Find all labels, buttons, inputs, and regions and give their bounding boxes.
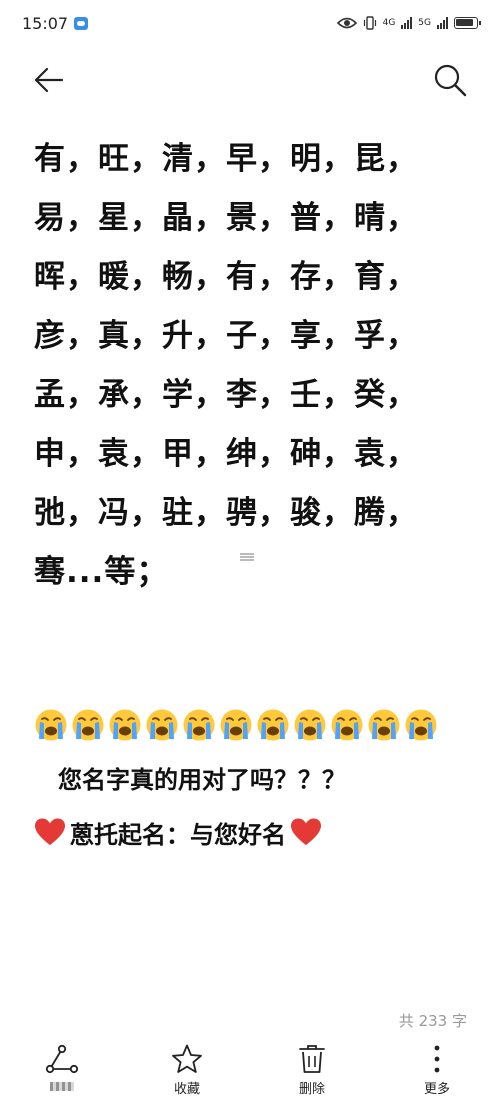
note-body[interactable]: 有，旺，清，早，明，昆， 易，星，晶，景，普，晴， 晖，暖，畅，有，存，育， 彦… [34, 130, 474, 602]
crying-face-icon [219, 708, 253, 742]
crying-face-icon [404, 708, 438, 742]
status-bar: 15:07 4G 5G [0, 0, 500, 46]
crying-face-icon [293, 708, 327, 742]
heart-icon [35, 818, 65, 845]
crying-face-icon [367, 708, 401, 742]
question-text: 您名字真的用对了吗？？？ [58, 766, 346, 794]
delete-button[interactable]: 删除 [272, 1040, 352, 1103]
note-line: 弛，冯，驻，骋，骏，腾， [34, 495, 418, 531]
signal-5g-icon [437, 17, 448, 29]
crying-face-icon [108, 708, 142, 742]
brand-line: 蒽托起名：与您好名 [34, 812, 322, 852]
signal-4g-icon [401, 17, 413, 29]
word-count: 共 233 字 [398, 1012, 467, 1030]
note-line: 有，旺，清，早，明，昆， [34, 141, 418, 177]
heart-icon [291, 818, 321, 845]
bottom-toolbar: 收藏 删除 更多 [0, 1040, 500, 1103]
status-left: 15:07 [22, 13, 89, 33]
note-line: 易，星，晶，景，普，晴， [34, 200, 418, 236]
share-button[interactable] [22, 1040, 102, 1103]
note-line: 申，袁，甲，绅，砷，袁， [34, 436, 418, 472]
more-label: 更多 [423, 1082, 450, 1097]
favorite-button[interactable]: 收藏 [147, 1040, 227, 1103]
crying-face-icon [330, 708, 364, 742]
crying-face-icon [71, 708, 105, 742]
note-line: 孟，承，学，李，壬，癸， [34, 377, 418, 413]
back-button[interactable] [28, 60, 68, 100]
note-line: 骞...等； [34, 554, 169, 590]
cloud-icon [74, 16, 89, 30]
share-label [50, 1082, 74, 1091]
top-bar [0, 52, 500, 108]
brand-text: 蒽托起名：与您好名 [70, 820, 286, 849]
cursor-marker-icon [240, 553, 254, 561]
favorite-label: 收藏 [173, 1082, 200, 1097]
arrow-left-icon [34, 67, 64, 93]
star-icon [172, 1044, 202, 1073]
delete-label: 删除 [298, 1082, 325, 1097]
search-icon [434, 64, 467, 97]
eye-icon [336, 17, 357, 29]
battery-icon [454, 17, 481, 29]
note-line: 晖，暖，畅，有，存，育， [34, 259, 418, 295]
more-button[interactable]: 更多 [397, 1040, 477, 1103]
vibrate-icon [363, 16, 376, 30]
crying-face-icon [182, 708, 216, 742]
status-right: 4G 5G [336, 16, 481, 30]
status-time: 15:07 [22, 13, 69, 33]
network-4g-label: 4G [382, 18, 396, 28]
search-button[interactable] [430, 60, 470, 100]
note-line: 彦，真，升，子，享，孚， [34, 318, 418, 354]
crying-emoji-row [34, 708, 438, 742]
more-vertical-icon [434, 1045, 440, 1073]
crying-face-icon [256, 708, 290, 742]
share-icon [45, 1044, 79, 1074]
trash-icon [299, 1045, 325, 1073]
crying-face-icon [34, 708, 68, 742]
crying-face-icon [145, 708, 179, 742]
network-5g-label: 5G [418, 18, 431, 28]
